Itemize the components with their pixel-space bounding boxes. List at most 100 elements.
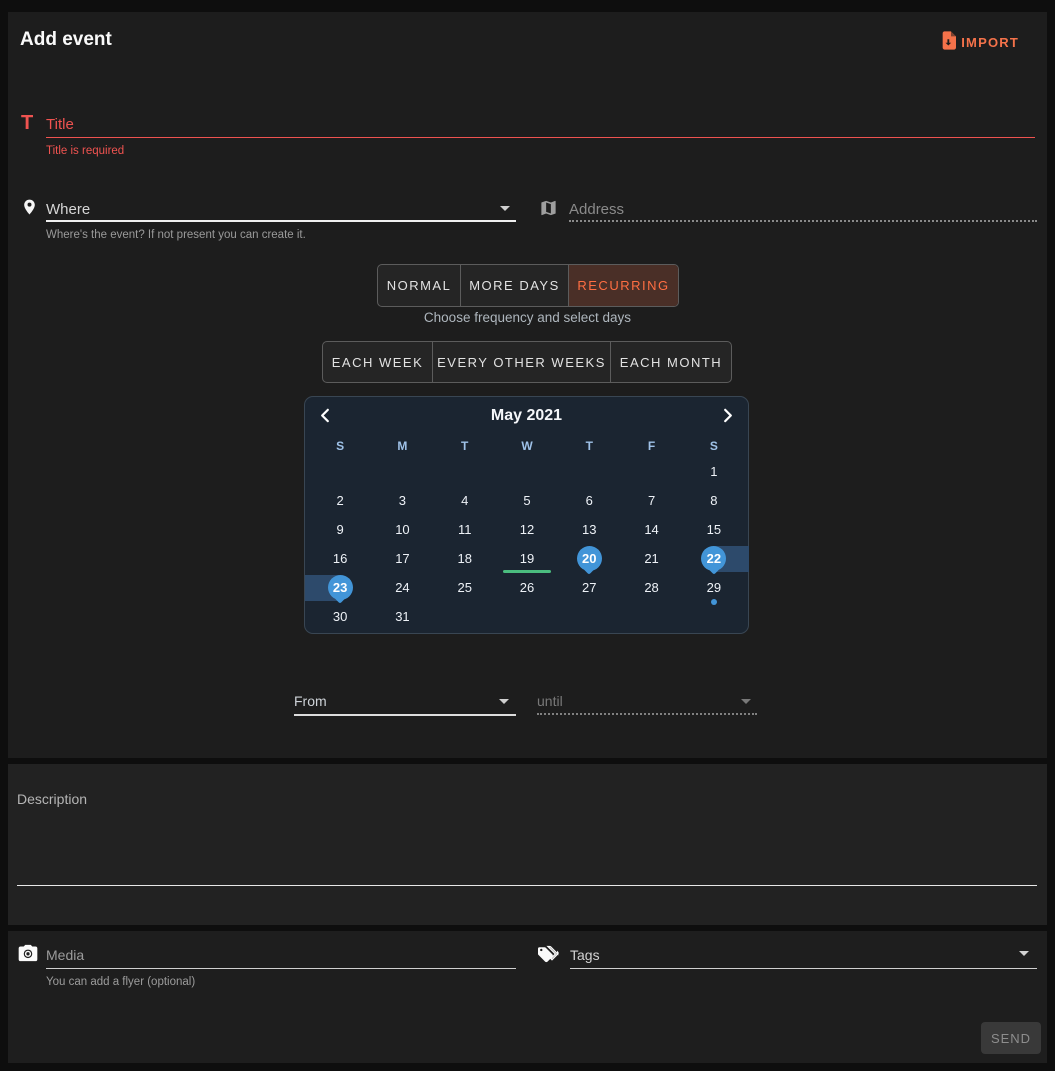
- day-number: 7: [648, 493, 655, 508]
- calendar-day-4[interactable]: 4: [434, 486, 496, 515]
- day-number: 30: [333, 609, 347, 624]
- tags-underline: [570, 968, 1037, 969]
- calendar-day-10[interactable]: 10: [371, 515, 433, 544]
- calendar-empty-cell: [434, 457, 496, 486]
- day-number: 31: [395, 609, 409, 624]
- tab-each-week[interactable]: EACH WEEK: [323, 342, 433, 382]
- calendar-day-11[interactable]: 11: [434, 515, 496, 544]
- calendar-empty-cell: [496, 457, 558, 486]
- tags-select[interactable]: Tags: [570, 947, 600, 963]
- tab-every-other-weeks[interactable]: EVERY OTHER WEEKS: [433, 342, 611, 382]
- tags-caret-icon[interactable]: [1019, 951, 1029, 956]
- calendar-day-17[interactable]: 17: [371, 544, 433, 573]
- calendar-day-5[interactable]: 5: [496, 486, 558, 515]
- address-input[interactable]: Address: [569, 201, 624, 218]
- calendar-day-2[interactable]: 2: [309, 486, 371, 515]
- from-caret-icon[interactable]: [499, 699, 509, 704]
- calendar-day-18[interactable]: 18: [434, 544, 496, 573]
- where-select[interactable]: Where: [46, 201, 90, 218]
- calendar-empty-cell: [558, 602, 620, 631]
- calendar-day-1[interactable]: 1: [683, 457, 745, 486]
- title-input[interactable]: Title: [46, 116, 74, 133]
- title-error-text: Title is required: [46, 145, 124, 157]
- calendar-empty-cell: [309, 457, 371, 486]
- frequency-helper-text: Choose frequency and select days: [0, 310, 1055, 325]
- calendar-day-12[interactable]: 12: [496, 515, 558, 544]
- description-textarea[interactable]: Description: [17, 791, 87, 807]
- media-helper-text: You can add a flyer (optional): [46, 976, 195, 988]
- address-underline: [569, 220, 1037, 222]
- day-number: 18: [457, 551, 471, 566]
- send-button[interactable]: SEND: [981, 1022, 1041, 1054]
- import-label: IMPORT: [961, 35, 1019, 50]
- calendar-day-27[interactable]: 27: [558, 573, 620, 602]
- media-input[interactable]: Media: [46, 947, 84, 963]
- calendar-day-3[interactable]: 3: [371, 486, 433, 515]
- day-number: 27: [582, 580, 596, 595]
- calendar-day-7[interactable]: 7: [620, 486, 682, 515]
- calendar-day-24[interactable]: 24: [371, 573, 433, 602]
- calendar-weekday-header: M: [371, 435, 433, 457]
- calendar-day-25[interactable]: 25: [434, 573, 496, 602]
- day-number: 16: [333, 551, 347, 566]
- calendar-day-9[interactable]: 9: [309, 515, 371, 544]
- tab-normal[interactable]: NORMAL: [378, 265, 461, 306]
- calendar-day-20[interactable]: 20: [558, 544, 620, 573]
- day-number: 11: [458, 522, 472, 537]
- calendar-next-month-icon[interactable]: [722, 408, 734, 428]
- until-time-select[interactable]: until: [537, 693, 563, 709]
- day-number: 21: [644, 551, 658, 566]
- calendar-day-8[interactable]: 8: [683, 486, 745, 515]
- day-number: 15: [707, 522, 721, 537]
- title-underline: [46, 137, 1035, 138]
- day-number: 14: [644, 522, 658, 537]
- until-caret-icon[interactable]: [741, 699, 751, 704]
- day-number: 5: [523, 493, 530, 508]
- calendar-weekday-header: T: [434, 435, 496, 457]
- calendar-day-14[interactable]: 14: [620, 515, 682, 544]
- calendar-day-13[interactable]: 13: [558, 515, 620, 544]
- day-number: 9: [337, 522, 344, 537]
- page-title: Add event: [20, 29, 112, 51]
- description-card: [8, 764, 1047, 925]
- calendar-empty-cell: [558, 457, 620, 486]
- where-caret-icon[interactable]: [500, 206, 510, 211]
- description-underline: [17, 885, 1037, 886]
- day-number: 29: [707, 580, 721, 595]
- calendar-day-26[interactable]: 26: [496, 573, 558, 602]
- day-number: 8: [710, 493, 717, 508]
- tab-each-month[interactable]: EACH MONTH: [611, 342, 731, 382]
- add-event-dialog: Add event IMPORT T Title Title is requir…: [0, 0, 1055, 1071]
- from-time-select[interactable]: From: [294, 693, 327, 709]
- where-helper-text: Where's the event? If not present you ca…: [46, 229, 306, 241]
- calendar-day-23[interactable]: 23: [309, 573, 371, 602]
- calendar-day-28[interactable]: 28: [620, 573, 682, 602]
- calendar-day-29[interactable]: 29: [683, 573, 745, 602]
- calendar-day-19[interactable]: 19: [496, 544, 558, 573]
- day-number: 12: [520, 522, 534, 537]
- calendar-weekday-header: S: [309, 435, 371, 457]
- tab-more-days[interactable]: MORE DAYS: [461, 265, 569, 306]
- selected-day-marker: 20: [577, 546, 602, 571]
- calendar: May 2021 SMTWTFS123456789101112131415161…: [304, 396, 749, 634]
- day-number: 26: [520, 580, 534, 595]
- calendar-day-31[interactable]: 31: [371, 602, 433, 631]
- selected-day-marker: 23: [328, 575, 353, 600]
- import-button[interactable]: IMPORT: [941, 31, 1019, 53]
- calendar-day-6[interactable]: 6: [558, 486, 620, 515]
- day-number: 4: [461, 493, 468, 508]
- tags-icon: [537, 944, 559, 969]
- tab-recurring[interactable]: RECURRING: [569, 265, 678, 306]
- day-number: 13: [582, 522, 596, 537]
- calendar-weekday-header: S: [683, 435, 745, 457]
- from-underline: [294, 714, 516, 716]
- calendar-day-30[interactable]: 30: [309, 602, 371, 631]
- calendar-day-16[interactable]: 16: [309, 544, 371, 573]
- day-number: 17: [395, 551, 409, 566]
- day-number: 24: [395, 580, 409, 595]
- calendar-day-21[interactable]: 21: [620, 544, 682, 573]
- day-number: 19: [520, 551, 534, 566]
- calendar-day-15[interactable]: 15: [683, 515, 745, 544]
- event-mode-tabs: NORMAL MORE DAYS RECURRING: [377, 264, 679, 307]
- calendar-day-22[interactable]: 22: [683, 544, 745, 573]
